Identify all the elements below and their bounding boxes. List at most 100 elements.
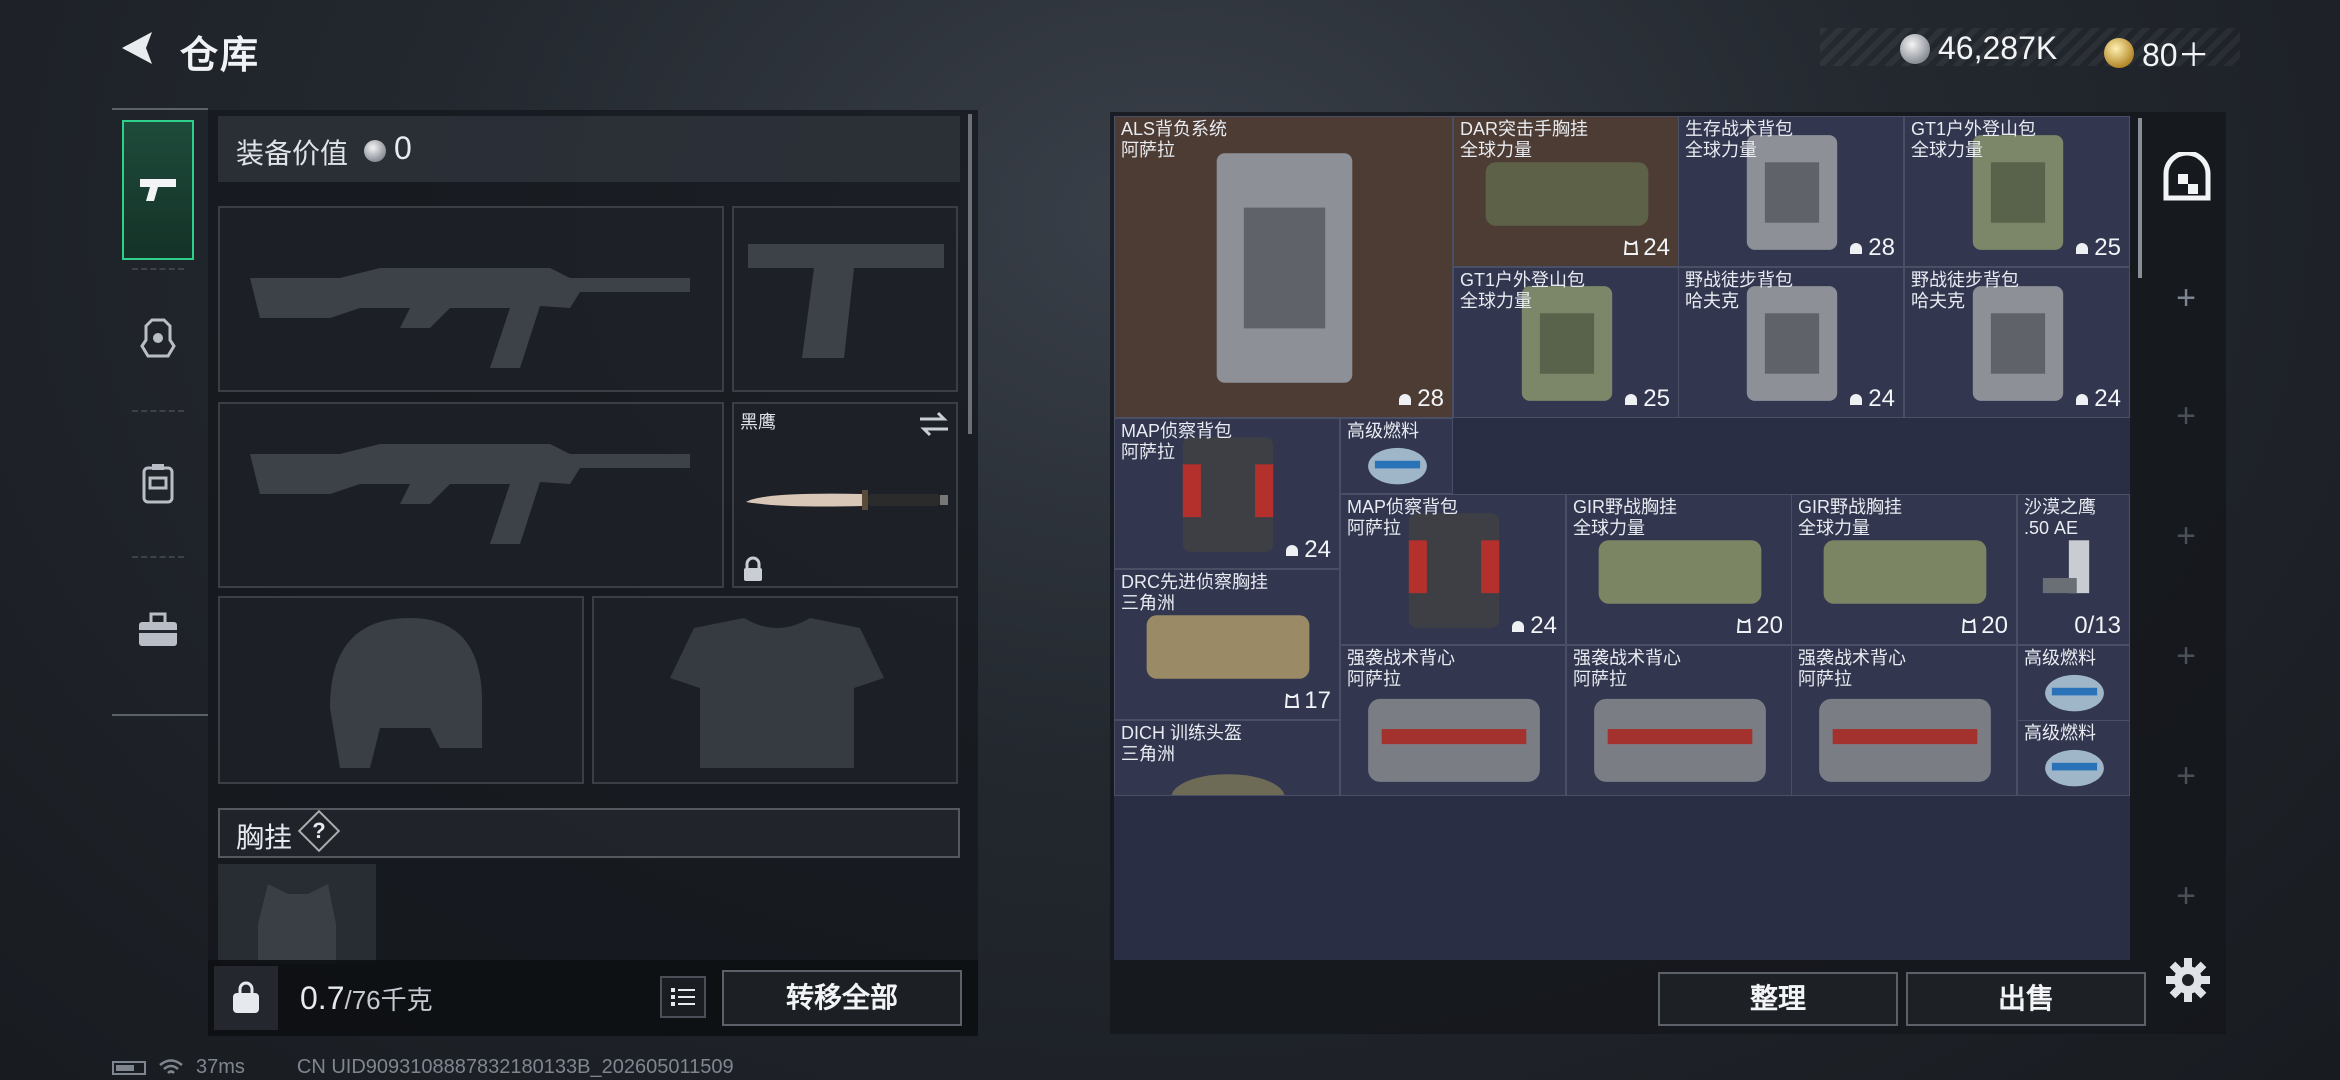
- item-name: 生存战术背包 全球力量: [1685, 119, 1793, 160]
- item-count-value: 0/13: [2074, 612, 2121, 639]
- chest-rig-slot[interactable]: [218, 864, 376, 964]
- gold-currency[interactable]: 80＋: [2104, 30, 2210, 76]
- item-name: DAR突击手胸挂 全球力量: [1460, 119, 1589, 160]
- helmet-slot[interactable]: [218, 596, 584, 784]
- item-count: 28: [1397, 385, 1444, 413]
- item-count: 20: [1961, 612, 2008, 640]
- chest-rig-label: 胸挂: [236, 822, 293, 853]
- armor-slot[interactable]: [592, 596, 958, 784]
- storage-item[interactable]: GT1户外登山包 全球力量 25: [1904, 116, 2130, 267]
- storage-item[interactable]: 野战徒步背包 哈夫克 24: [1678, 267, 1904, 418]
- capacity-icon: [1625, 394, 1638, 405]
- organize-button[interactable]: 整理: [1658, 972, 1898, 1026]
- armor-icon: [140, 318, 176, 358]
- capacity-icon: [2076, 394, 2089, 405]
- storage-scrollbar[interactable]: [2138, 118, 2142, 278]
- item-count: 24: [2074, 385, 2121, 413]
- silver-currency: 46,287K: [1900, 30, 2057, 67]
- empty-storage-tab[interactable]: +: [2158, 628, 2214, 684]
- item-name: 强袭战术背心 阿萨拉: [1347, 648, 1455, 689]
- gold-coin-icon: [2104, 38, 2134, 68]
- storage-item[interactable]: MAP侦察背包 阿萨拉 24: [1340, 494, 1566, 645]
- status-bar: 37ms CN UID9093108887832180133B_20260501…: [112, 1056, 734, 1079]
- item-name: GIR野战胸挂 全球力量: [1798, 497, 1903, 538]
- item-count: 17: [1284, 687, 1331, 715]
- storage-item[interactable]: GIR野战胸挂 全球力量 20: [1791, 494, 2017, 645]
- equipment-value-label: 装备价值: [236, 138, 349, 169]
- helmet-silhouette-icon: [330, 618, 482, 768]
- item-count: 28: [1848, 234, 1895, 262]
- back-arrow-icon[interactable]: [112, 24, 160, 72]
- rifle-silhouette-icon: [250, 444, 690, 544]
- loadout-scrollbar[interactable]: [968, 114, 972, 434]
- capacity-icon: [1962, 618, 1977, 633]
- item-count: 24: [1284, 536, 1331, 564]
- storage-home-icon[interactable]: [2160, 152, 2214, 202]
- capacity-icon: [1850, 243, 1863, 254]
- add-storage-tab-button[interactable]: +: [2158, 270, 2214, 326]
- storage-item[interactable]: 强袭战术背心 阿萨拉: [1791, 645, 2017, 796]
- tab-backpack[interactable]: [122, 414, 194, 554]
- weight-current: 0.7: [300, 980, 345, 1016]
- tab-toolbox[interactable]: [122, 560, 194, 700]
- empty-storage-tab[interactable]: +: [2158, 748, 2214, 804]
- primary-weapon-slot[interactable]: [218, 206, 724, 392]
- storage-item[interactable]: 强袭战术背心 阿萨拉: [1566, 645, 1792, 796]
- empty-storage-tab[interactable]: +: [2158, 388, 2214, 444]
- storage-item[interactable]: 强袭战术背心 阿萨拉: [1340, 645, 1566, 796]
- storage-item[interactable]: DICH 训练头盔 三角洲: [1114, 720, 1340, 796]
- weight-button[interactable]: [214, 966, 278, 1030]
- storage-item[interactable]: 沙漠之鹰 .50 AE 0/13: [2017, 494, 2130, 645]
- storage-item[interactable]: DAR突击手胸挂 全球力量 24: [1453, 116, 1679, 267]
- storage-item[interactable]: 高级燃料: [1340, 418, 1453, 494]
- tab-weapons[interactable]: [122, 120, 194, 260]
- item-name: DICH 训练头盔 三角洲: [1121, 723, 1242, 764]
- capacity-icon: [1624, 240, 1639, 255]
- tab-helmet-armor[interactable]: [122, 268, 194, 408]
- item-count: 25: [2074, 234, 2121, 262]
- empty-storage-tab[interactable]: +: [2158, 868, 2214, 924]
- equipment-value: 0: [394, 130, 412, 166]
- capacity-icon: [1285, 693, 1300, 708]
- capacity-icon: [1399, 394, 1412, 405]
- pistol-slot[interactable]: [732, 206, 958, 392]
- storage-item[interactable]: 高级燃料: [2017, 720, 2130, 796]
- item-count-value: 24: [1643, 234, 1670, 261]
- storage-item[interactable]: GIR野战胸挂 全球力量 20: [1566, 494, 1792, 645]
- tab-separator: [132, 556, 184, 558]
- storage-item[interactable]: GT1户外登山包 全球力量 25: [1453, 267, 1679, 418]
- empty-storage-tab[interactable]: +: [2158, 508, 2214, 564]
- rifle-silhouette-icon: [250, 268, 690, 368]
- item-count-value: 17: [1304, 687, 1331, 714]
- list-view-button[interactable]: [660, 976, 706, 1018]
- gear-icon[interactable]: [2160, 952, 2216, 1008]
- chest-rig-silhouette-icon: [258, 884, 336, 964]
- sell-button[interactable]: 出售: [1906, 972, 2146, 1026]
- pistol-icon: [140, 179, 176, 201]
- gold-amount: 80＋: [2142, 37, 2210, 73]
- storage-item[interactable]: 野战徒步背包 哈夫克 24: [1904, 267, 2130, 418]
- storage-item[interactable]: 高级燃料: [2017, 645, 2130, 721]
- item-name: 高级燃料: [2024, 723, 2096, 743]
- item-count: 24: [1848, 385, 1895, 413]
- storage-item[interactable]: MAP侦察背包 阿萨拉 24: [1114, 418, 1340, 569]
- kettlebell-icon: [233, 981, 259, 1013]
- backpack-icon: [142, 464, 174, 504]
- transfer-all-button[interactable]: 转移全部: [722, 970, 962, 1026]
- capacity-icon: [1737, 618, 1752, 633]
- item-name: 野战徒步背包 哈夫克: [1685, 270, 1793, 311]
- item-name: 强袭战术背心 阿萨拉: [1573, 648, 1681, 689]
- storage-item[interactable]: 生存战术背包 全球力量 28: [1678, 116, 1904, 267]
- secondary-weapon-slot[interactable]: [218, 402, 724, 588]
- knife-slot[interactable]: 黑鹰: [732, 402, 958, 588]
- swap-icon[interactable]: [918, 410, 950, 438]
- capacity-icon: [2076, 243, 2089, 254]
- item-name: 野战徒步背包 哈夫克: [1911, 270, 2019, 311]
- help-button[interactable]: ?: [304, 816, 334, 846]
- storage-item[interactable]: ALS背负系统 阿萨拉 28: [1114, 116, 1453, 418]
- storage-grid: ALS背负系统 阿萨拉 28 DAR突击手胸挂 全球力量 24 生存战术背包 全球力量 2…: [1114, 116, 2130, 960]
- knife-name: 黑鹰: [740, 412, 776, 432]
- storage-item[interactable]: DRC先进侦察胸挂 三角洲 17: [1114, 569, 1340, 720]
- silver-coin-icon: [1900, 33, 1930, 64]
- item-name: DRC先进侦察胸挂 三角洲: [1121, 572, 1268, 613]
